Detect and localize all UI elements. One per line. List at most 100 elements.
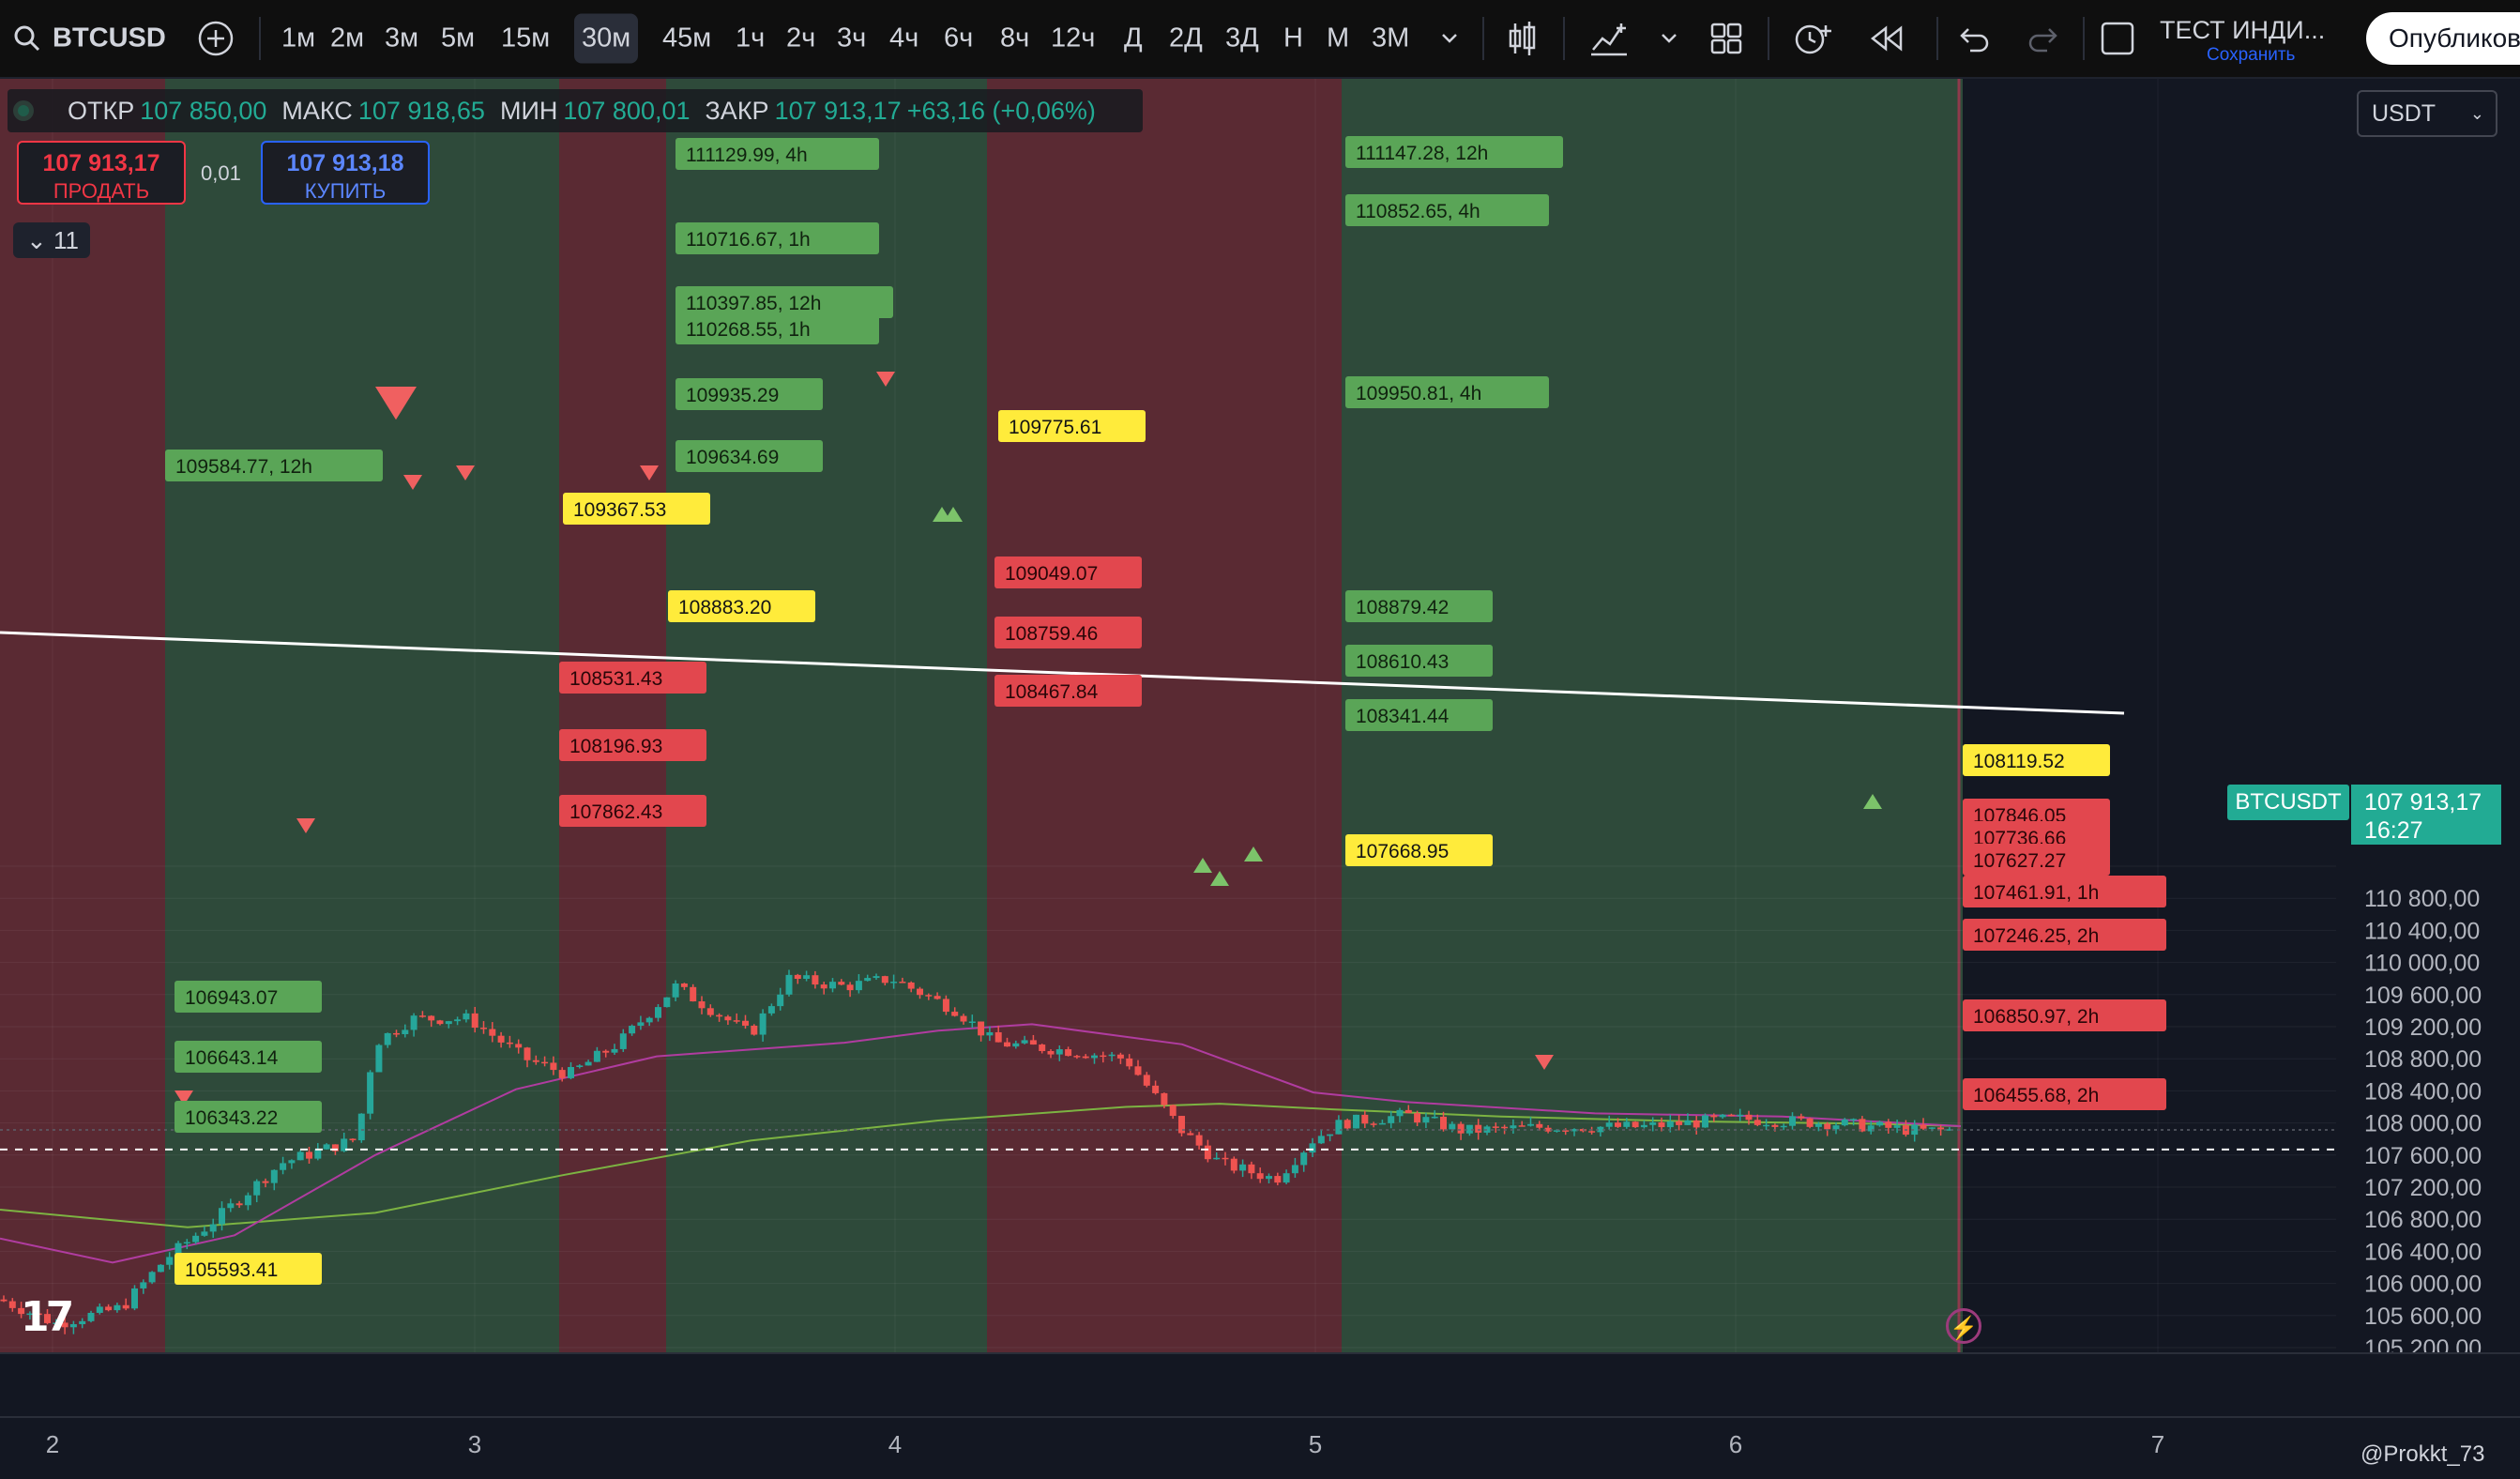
chart-pane[interactable]: 110 800,00 110 400,00 110 000,00 109 600,00… — [0, 79, 2520, 1479]
candle-body — [1256, 1173, 1264, 1180]
timeframe-12ч[interactable]: 12ч — [1051, 23, 1095, 54]
price-tick-label: 106 800,00 — [2364, 1207, 2482, 1233]
fullscreen-icon[interactable] — [2100, 21, 2135, 56]
save-link[interactable]: Сохранить — [2207, 45, 2295, 66]
search-icon[interactable] — [13, 24, 41, 53]
candle-body — [1039, 1044, 1046, 1052]
candle-body — [288, 1160, 296, 1164]
candles-icon[interactable] — [1505, 20, 1539, 57]
timeframe-45м[interactable]: 45м — [662, 23, 711, 54]
candle-body — [716, 1014, 723, 1017]
candle-body — [1396, 1109, 1404, 1117]
candle-body — [1850, 1119, 1858, 1121]
toolbar-divider — [259, 17, 261, 60]
candle-body — [410, 1015, 417, 1030]
redo-icon[interactable] — [2027, 24, 2060, 53]
timeframe-8ч[interactable]: 8ч — [1000, 23, 1029, 54]
candle-body — [838, 982, 845, 985]
candle-body — [777, 994, 784, 1007]
timeframe-1м[interactable]: 1м — [281, 23, 315, 54]
timeframe-6ч[interactable]: 6ч — [944, 23, 973, 54]
level-label: 108759.46 — [1005, 623, 1098, 645]
candle-body — [619, 1033, 627, 1049]
candle-body — [1465, 1124, 1473, 1134]
undo-icon[interactable] — [1957, 24, 1991, 53]
author-watermark: @Prokkt_73 — [2361, 1441, 2485, 1467]
timeframe-4ч[interactable]: 4ч — [889, 23, 918, 54]
candle-body — [1143, 1075, 1150, 1086]
timeframe-3М[interactable]: 3М — [1372, 23, 1409, 54]
candle-body — [1317, 1136, 1325, 1144]
candle-body — [296, 1151, 304, 1161]
candle-body — [524, 1047, 531, 1060]
level-label: 108610.43 — [1356, 651, 1449, 673]
chevron-down-icon: ⌄ — [2469, 104, 2484, 123]
candle-body — [1152, 1085, 1160, 1093]
symbol-search[interactable]: BTCUSD — [53, 23, 166, 54]
level-label: 110268.55, 1h — [686, 319, 811, 341]
tradingview-logo[interactable]: 17 — [21, 1293, 74, 1341]
candle-body — [1928, 1127, 1936, 1129]
timeframe-2м[interactable]: 2м — [330, 23, 364, 54]
price-tick-label: 108 800,00 — [2364, 1046, 2482, 1073]
level-label: 108341.44 — [1356, 706, 1450, 727]
candle-body — [951, 1012, 959, 1016]
timeframe-2Д[interactable]: 2Д — [1169, 23, 1203, 54]
candle-body — [1832, 1125, 1840, 1130]
timeframe-5м[interactable]: 5м — [441, 23, 475, 54]
lightning-icon[interactable]: ⚡ — [1946, 1308, 1981, 1344]
candle-body — [1475, 1124, 1482, 1133]
candle-body — [1727, 1114, 1735, 1117]
level-label: 107862.43 — [569, 801, 662, 823]
candle-body — [1814, 1123, 1822, 1127]
timeframe-1ч[interactable]: 1ч — [736, 23, 765, 54]
indicators-toggle[interactable]: ⌄ 11 — [13, 222, 90, 258]
buy-price: 107 913,18 — [286, 150, 404, 176]
price-tick-label: 109 200,00 — [2364, 1014, 2482, 1041]
candle-body — [1501, 1126, 1509, 1129]
price-tick-label: 109 600,00 — [2364, 983, 2482, 1009]
level-label: 106643.14 — [185, 1047, 279, 1069]
candle-body — [418, 1015, 426, 1017]
layout-grid-icon[interactable] — [1709, 22, 1743, 55]
currency-select[interactable]: USDT ⌄ — [2357, 90, 2497, 137]
level-label: 107668.95 — [1356, 841, 1449, 862]
buy-button[interactable]: 107 913,18 КУПИТЬ — [261, 141, 430, 205]
timeframe-3м[interactable]: 3м — [385, 23, 418, 54]
timeframe-Н[interactable]: Н — [1283, 23, 1303, 54]
candle-body — [1676, 1121, 1683, 1125]
candle-body — [445, 1021, 452, 1025]
timeframe-15м[interactable]: 15м — [501, 23, 550, 54]
candle-body — [436, 1020, 444, 1025]
replay-icon[interactable] — [1869, 24, 1906, 53]
timeframe-М[interactable]: М — [1327, 23, 1349, 54]
timeframe-3ч[interactable]: 3ч — [837, 23, 866, 54]
candle-body — [480, 1028, 487, 1029]
add-symbol-icon[interactable] — [197, 20, 235, 57]
indicator-name[interactable]: ТЕСТ ИНДИ... — [2160, 16, 2325, 45]
sell-label: ПРОДАТЬ — [53, 179, 150, 203]
candle-body — [1510, 1125, 1517, 1129]
alert-clock-icon[interactable] — [1792, 20, 1833, 57]
publish-button[interactable]: Опубликов — [2366, 12, 2520, 65]
candle-body — [1073, 1056, 1081, 1058]
level-label: 109775.61 — [1009, 417, 1101, 438]
timeframe-2ч[interactable]: 2ч — [786, 23, 815, 54]
candle-body — [1702, 1115, 1708, 1128]
candle-body — [1623, 1121, 1631, 1127]
candle-body — [1126, 1058, 1133, 1067]
candle-body — [140, 1282, 147, 1288]
sell-button[interactable]: 107 913,17 ПРОДАТЬ — [17, 141, 186, 205]
candle-body — [1230, 1158, 1237, 1171]
chevron-down-icon[interactable] — [1655, 24, 1683, 53]
indicators-icon[interactable] — [1589, 20, 1629, 57]
timeframe-3Д[interactable]: 3Д — [1225, 23, 1259, 54]
level-label: 106850.97, 2h — [1973, 1006, 2099, 1028]
open-value: 107 850,00 — [140, 96, 267, 125]
timeframe-Д[interactable]: Д — [1124, 23, 1143, 54]
candle-body — [794, 974, 801, 979]
timeframe-30м[interactable]: 30м — [574, 13, 639, 64]
price-chart[interactable]: 110 800,00 110 400,00 110 000,00 109 600,00… — [0, 79, 2520, 1479]
chevron-down-icon[interactable] — [1435, 24, 1464, 53]
last-price-label: 107 913,17 16:27 — [2351, 785, 2501, 845]
